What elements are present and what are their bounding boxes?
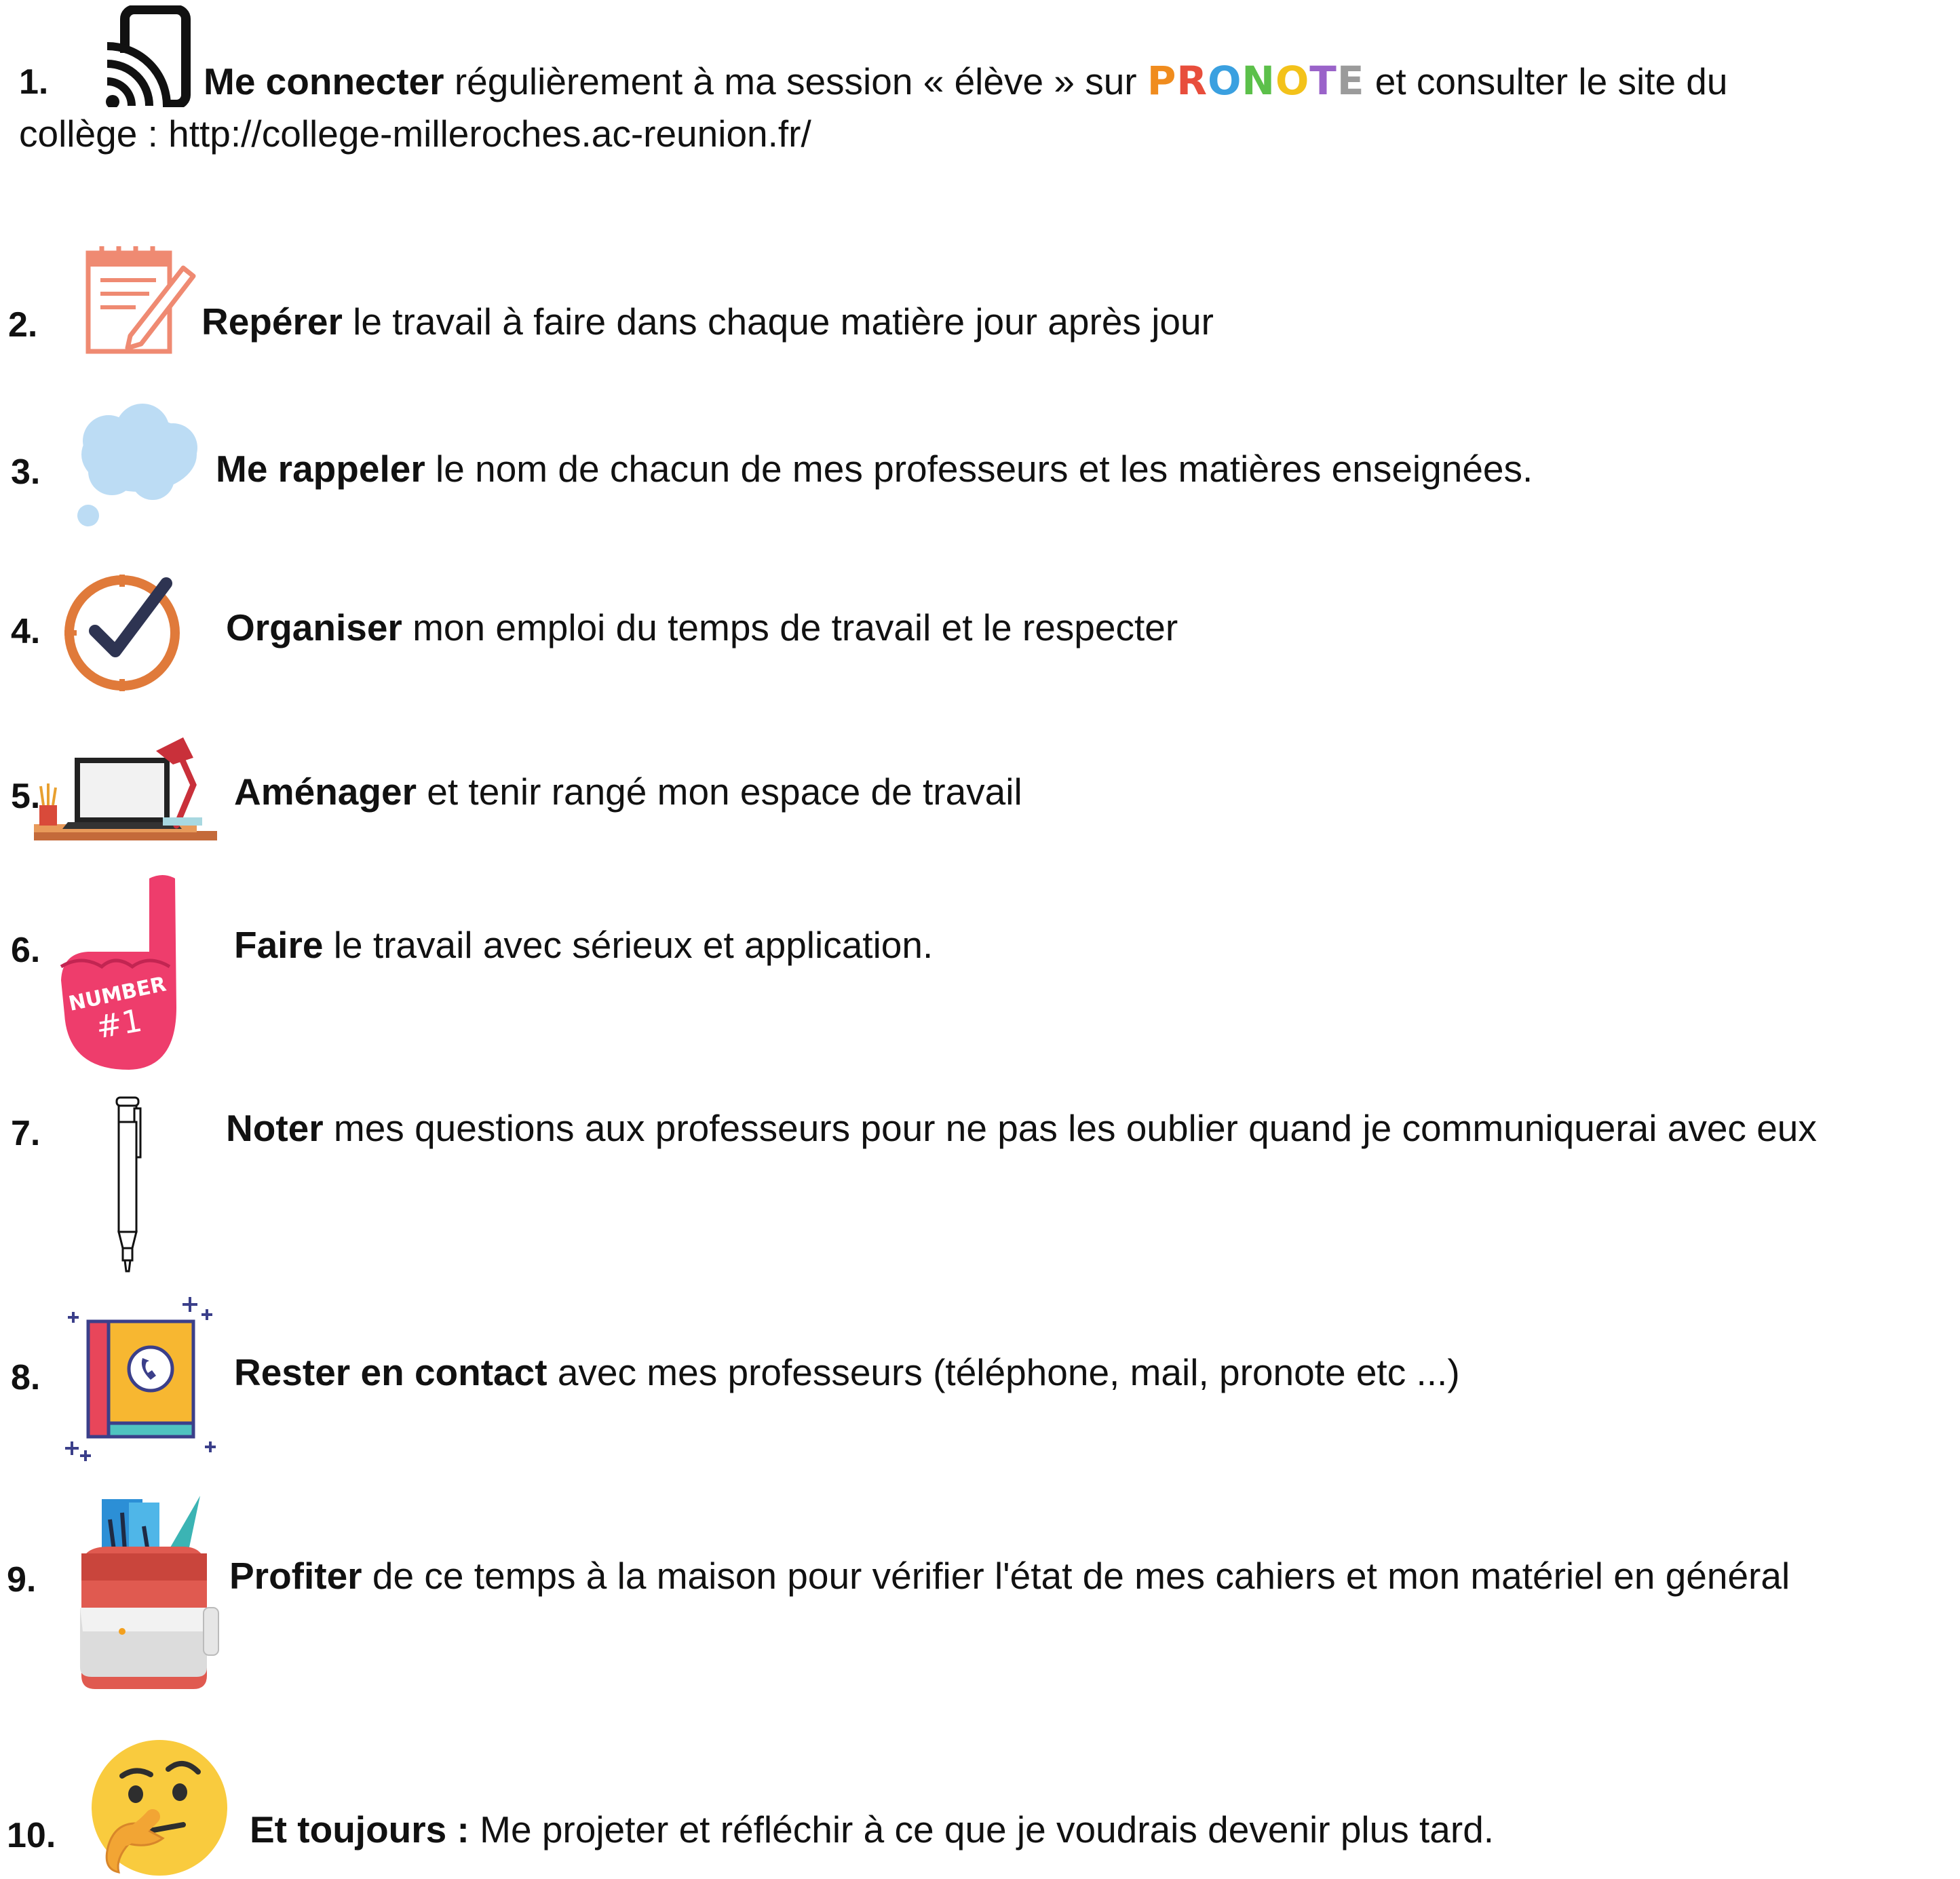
item-body: et consulter le site du xyxy=(1364,60,1728,102)
notepad-pencil-icon xyxy=(85,246,196,354)
item-bold: Faire xyxy=(234,924,324,966)
item-body: mes questions aux professeurs pour ne pa… xyxy=(323,1107,1817,1149)
item-bold: Noter xyxy=(226,1107,324,1149)
phone-book-icon xyxy=(65,1297,216,1461)
item-number: 8. xyxy=(11,1358,41,1397)
cast-phone-icon xyxy=(106,5,191,107)
item-bold: Me rappeler xyxy=(216,448,425,490)
item-bold: Rester en contact xyxy=(234,1351,547,1393)
item-number: 2. xyxy=(8,305,38,345)
item-text-1: Me connecter régulièrement à ma session … xyxy=(204,54,1727,107)
item-bold: Et toujours : xyxy=(250,1808,469,1851)
pronote-logo: PRONOTE xyxy=(1147,58,1365,104)
item-body: régulièrement à ma session « élève » sur xyxy=(444,60,1147,102)
item-text-8: Rester en contact avec mes professeurs (… xyxy=(234,1347,1460,1397)
item-number: 4. xyxy=(11,612,41,651)
item-text-1-line2: collège : http://college-milleroches.ac-… xyxy=(19,113,811,155)
item-text-10: Et toujours : Me projeter et réfléchir à… xyxy=(250,1804,1494,1855)
item-bold: Aménager xyxy=(234,771,417,813)
item-text-6: Faire le travail avec sérieux et applica… xyxy=(234,920,933,970)
item-text-2: Repérer le travail à faire dans chaque m… xyxy=(201,296,1214,347)
clock-check-icon xyxy=(64,575,180,691)
item-text-9: Profiter de ce temps à la maison pour vé… xyxy=(229,1551,1790,1601)
item-body: le nom de chacun de mes professeurs et l… xyxy=(425,448,1533,490)
item-text-5: Aménager et tenir rangé mon espace de tr… xyxy=(234,767,1022,817)
item-number: 6. xyxy=(11,931,41,970)
item-text-3: Me rappeler le nom de chacun de mes prof… xyxy=(216,444,1533,494)
item-bold: Profiter xyxy=(229,1555,362,1597)
item-body: de ce temps à la maison pour vérifier l'… xyxy=(362,1555,1790,1597)
item-body: le travail avec sérieux et application. xyxy=(323,924,934,966)
foam-finger-icon: NUMBER #1 xyxy=(60,875,176,1070)
item-body: Me projeter et réfléchir à ce que je vou… xyxy=(469,1808,1495,1851)
desk-laptop-lamp-icon xyxy=(34,737,217,840)
school-backpack-icon xyxy=(80,1496,219,1689)
item-number: 10. xyxy=(7,1816,56,1855)
item-number: 7. xyxy=(11,1114,41,1153)
item-body: mon emploi du temps de travail et le res… xyxy=(402,606,1178,648)
item-number: 9. xyxy=(7,1560,37,1600)
thought-cloud-icon xyxy=(77,404,197,526)
item-number: 1. xyxy=(19,62,49,102)
item-bold: Repérer xyxy=(201,301,343,343)
item-text-4: Organiser mon emploi du temps de travail… xyxy=(226,602,1178,653)
item-body: et tenir rangé mon espace de travail xyxy=(416,771,1022,813)
item-bold: Organiser xyxy=(226,606,402,648)
item-number: 3. xyxy=(11,452,41,492)
item-body: avec mes professeurs (téléphone, mail, p… xyxy=(547,1351,1460,1393)
item-bold: Me connecter xyxy=(204,60,444,102)
item-body: le travail à faire dans chaque matière j… xyxy=(342,301,1214,343)
item-text-7: Noter mes questions aux professeurs pour… xyxy=(226,1103,1817,1153)
pen-icon xyxy=(115,1096,142,1273)
thinking-face-icon xyxy=(92,1740,227,1876)
